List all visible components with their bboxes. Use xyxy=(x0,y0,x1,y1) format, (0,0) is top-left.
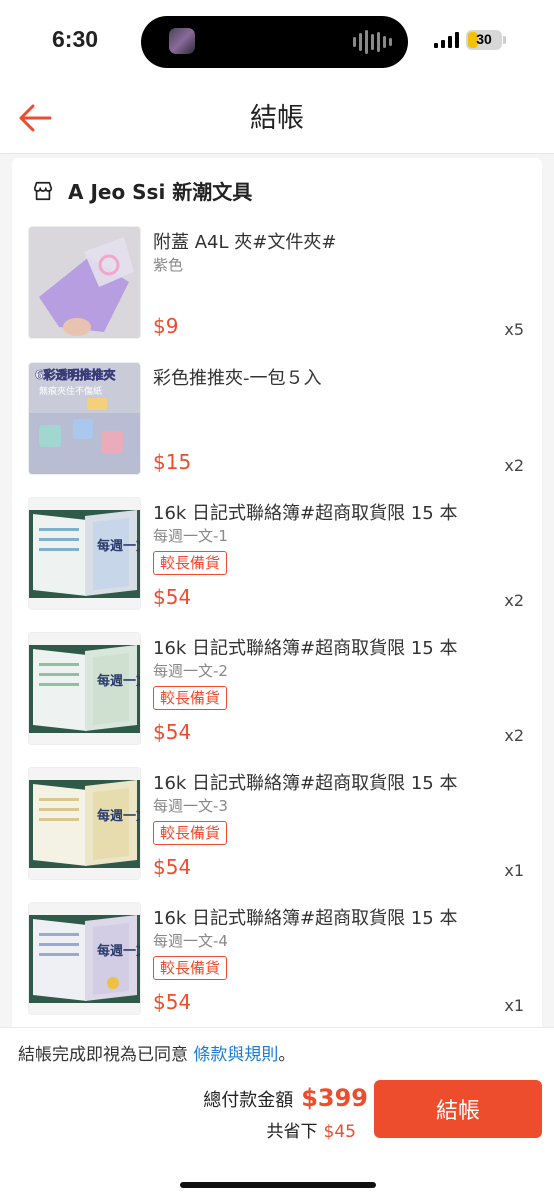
shop-order-card: A Jeo Ssi 新潮文具 附蓋 A4L 夾#文件夾# 紫色 $9 x5 6彩… xyxy=(12,158,542,1038)
battery-level: 30 xyxy=(476,31,492,47)
cart-item[interactable]: 6彩透明推推夾 無痕夾住不傷紙 彩色推推夾-一包５入 $15 x2 xyxy=(12,362,542,480)
product-name: 16k 日記式聯絡簿#超商取貨限 15 本 xyxy=(153,773,458,794)
page-header: 結帳 xyxy=(0,80,554,154)
total-label: 總付款金額 xyxy=(203,1090,294,1111)
product-quantity: x1 xyxy=(504,996,524,1015)
store-icon xyxy=(33,181,53,201)
product-image xyxy=(28,226,141,339)
cellular-signal-icon xyxy=(434,32,459,48)
dynamic-island xyxy=(141,16,408,68)
thumb-caption: 每週一文 xyxy=(97,943,141,959)
terms-text: 結帳完成即視為已同意 xyxy=(18,1045,188,1065)
thumb-subcaption: 無痕夾住不傷紙 xyxy=(39,385,102,397)
total-payment: 總付款金額 $399 xyxy=(203,1084,368,1112)
product-image: 6彩透明推推夾 無痕夾住不傷紙 xyxy=(28,362,141,475)
audio-waveform-icon xyxy=(353,29,392,55)
status-bar: 6:30 30 xyxy=(0,0,554,80)
cart-item[interactable]: 每週一文 16k 日記式聯絡簿#超商取貨限 15 本 每週一文-2 較長備貨 $… xyxy=(12,632,542,750)
thumb-caption: 每週一文 xyxy=(97,538,141,554)
thumb-caption: 每週一文 xyxy=(97,808,141,824)
product-price: $54 xyxy=(153,585,192,609)
cart-item[interactable]: 每週一文 16k 日記式聯絡簿#超商取貨限 15 本 每週一文-3 較長備貨 $… xyxy=(12,767,542,885)
product-variant: 紫色 xyxy=(153,256,184,274)
product-price: $54 xyxy=(153,720,192,744)
product-price: $9 xyxy=(153,314,179,338)
now-playing-artwork xyxy=(169,28,195,54)
product-image: 每週一文 xyxy=(28,497,141,610)
preorder-badge: 較長備貨 xyxy=(153,551,228,575)
page-title: 結帳 xyxy=(250,103,304,134)
checkout-button[interactable]: 結帳 xyxy=(374,1080,542,1138)
product-name: 16k 日記式聯絡簿#超商取貨限 15 本 xyxy=(153,503,458,524)
product-quantity: x1 xyxy=(504,861,524,880)
product-name: 彩色推推夾-一包５入 xyxy=(153,368,322,389)
status-time: 6:30 xyxy=(52,26,99,52)
product-image: 每週一文 xyxy=(28,902,141,1015)
terms-end: 。 xyxy=(278,1045,296,1065)
product-variant: 每週一文-2 xyxy=(153,662,228,680)
cart-item[interactable]: 每週一文 16k 日記式聯絡簿#超商取貨限 15 本 每週一文-4 較長備貨 $… xyxy=(12,902,542,1020)
product-price: $15 xyxy=(153,450,192,474)
product-quantity: x2 xyxy=(504,726,524,745)
thumb-caption: 6彩透明推推夾 xyxy=(35,367,115,382)
product-quantity: x2 xyxy=(504,591,524,610)
product-name: 附蓋 A4L 夾#文件夾# xyxy=(153,232,337,253)
total-value: $399 xyxy=(301,1084,368,1112)
product-quantity: x5 xyxy=(504,320,524,339)
checkout-footer: 結帳完成即視為已同意 條款與規則。 總付款金額 $399 共省下 $45 結帳 xyxy=(0,1027,554,1200)
product-variant: 每週一文-1 xyxy=(153,527,228,545)
terms-link[interactable]: 條款與規則 xyxy=(193,1045,278,1065)
product-variant: 每週一文-4 xyxy=(153,932,228,950)
shop-header[interactable]: A Jeo Ssi 新潮文具 xyxy=(12,158,542,222)
cart-item[interactable]: 附蓋 A4L 夾#文件夾# 紫色 $9 x5 xyxy=(12,226,542,344)
battery-icon: 30 xyxy=(466,30,502,50)
product-price: $54 xyxy=(153,855,192,879)
preorder-badge: 較長備貨 xyxy=(153,821,228,845)
preorder-badge: 較長備貨 xyxy=(153,956,228,980)
product-name: 16k 日記式聯絡簿#超商取貨限 15 本 xyxy=(153,638,458,659)
preorder-badge: 較長備貨 xyxy=(153,686,228,710)
terms-notice: 結帳完成即視為已同意 條款與規則。 xyxy=(18,1040,295,1065)
saved-label: 共省下 xyxy=(266,1122,318,1142)
cart-item[interactable]: 每週一文 16k 日記式聯絡簿#超商取貨限 15 本 每週一文-1 較長備貨 $… xyxy=(12,497,542,615)
product-quantity: x2 xyxy=(504,456,524,475)
product-variant: 每週一文-3 xyxy=(153,797,228,815)
thumb-caption: 每週一文 xyxy=(97,673,141,689)
savings: 共省下 $45 xyxy=(267,1117,356,1142)
shop-name: A Jeo Ssi 新潮文具 xyxy=(68,180,253,204)
product-price: $54 xyxy=(153,990,192,1014)
product-image: 每週一文 xyxy=(28,632,141,745)
product-image: 每週一文 xyxy=(28,767,141,880)
product-name: 16k 日記式聯絡簿#超商取貨限 15 本 xyxy=(153,908,458,929)
home-indicator xyxy=(180,1182,376,1188)
saved-value: $45 xyxy=(323,1122,356,1142)
